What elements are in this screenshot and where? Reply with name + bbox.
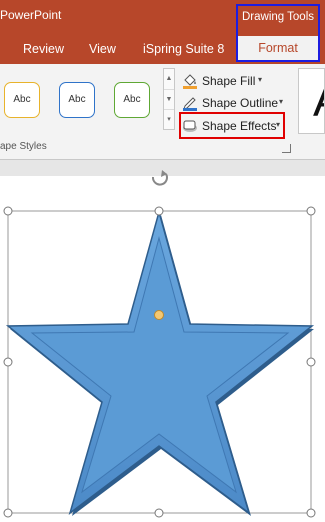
shape-style-preset-blue[interactable]: Abc (59, 82, 95, 118)
resize-handle-bottom[interactable] (154, 508, 164, 518)
drawing-tools-label: Drawing Tools (241, 11, 314, 23)
chevron-down-icon: ▾ (258, 75, 263, 84)
shape-effects-highlight (179, 112, 285, 139)
shape-fill-label: Shape Fill (202, 74, 256, 88)
chevron-down-icon: ▾ (279, 97, 284, 106)
gallery-more-icon[interactable]: ▾ (164, 109, 174, 130)
style-preset-text: Abc (123, 94, 141, 105)
wordart-style-preview[interactable]: A (298, 68, 325, 134)
resize-handle-bottom-right[interactable] (306, 508, 316, 518)
slide-canvas (0, 160, 325, 522)
shape-style-preset-green[interactable]: Abc (114, 82, 150, 118)
resize-handle-bottom-left[interactable] (3, 508, 13, 518)
resize-handle-top-left[interactable] (3, 206, 13, 216)
resize-handle-top[interactable] (154, 206, 164, 216)
tab-ispring-suite[interactable]: iSpring Suite 8 (143, 42, 224, 56)
style-gallery-scroll[interactable]: ▲ ▼ ▾ (163, 68, 175, 130)
rotate-handle-icon[interactable] (152, 170, 168, 186)
style-preset-text: Abc (68, 94, 86, 105)
resize-handle-right[interactable] (306, 357, 316, 367)
tab-review[interactable]: Review (23, 42, 64, 56)
shape-style-preset-orange[interactable]: Abc (4, 82, 40, 118)
gallery-down-icon[interactable]: ▼ (164, 89, 174, 110)
style-preset-text: Abc (13, 94, 31, 105)
wordart-preview-text: A (313, 73, 324, 127)
dialog-launcher-icon[interactable] (282, 144, 291, 153)
tab-format[interactable]: Format (238, 36, 318, 60)
selected-star-shape[interactable] (0, 160, 325, 522)
resize-handle-left[interactable] (3, 357, 13, 367)
format-tab-label: Format (258, 41, 298, 55)
shape-outline-label: Shape Outline (202, 96, 279, 110)
gallery-up-icon[interactable]: ▲ (164, 69, 174, 89)
title-bar: PowerPoint Review View iSpring Suite 8 D… (0, 0, 325, 64)
shape-styles-group-label: ape Styles (0, 141, 47, 152)
tab-view[interactable]: View (89, 42, 116, 56)
drawing-tools-context-group: Drawing Tools Format (236, 4, 320, 62)
pen-outline-icon (183, 97, 197, 111)
resize-handle-top-right[interactable] (306, 206, 316, 216)
app-title: PowerPoint (0, 8, 62, 22)
adjustment-handle[interactable] (154, 310, 164, 320)
paint-bucket-icon (183, 74, 197, 89)
